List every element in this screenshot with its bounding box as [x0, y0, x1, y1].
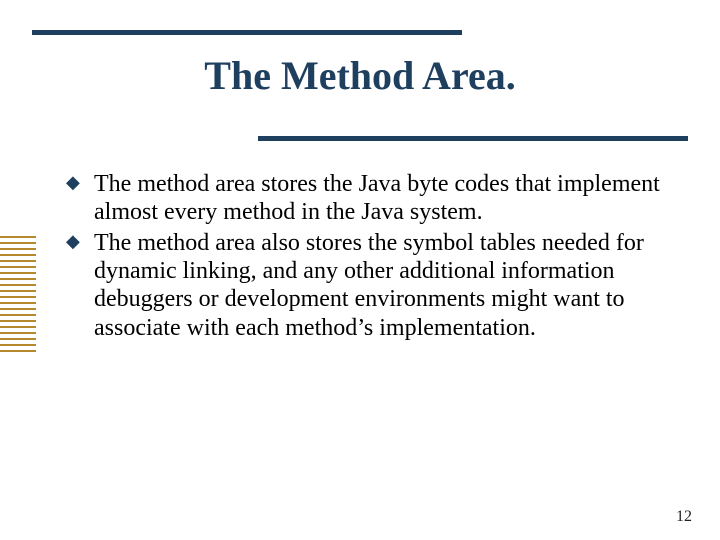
- list-item: ◆ The method area stores the Java byte c…: [66, 170, 660, 227]
- page-number: 12: [676, 508, 692, 526]
- bullet-icon: ◆: [66, 231, 80, 252]
- bullet-text: The method area also stores the symbol t…: [94, 230, 644, 341]
- body-text: ◆ The method area stores the Java byte c…: [66, 170, 660, 344]
- bullet-text: The method area stores the Java byte cod…: [94, 171, 660, 225]
- top-rule: [32, 30, 462, 35]
- list-item: ◆ The method area also stores the symbol…: [66, 229, 660, 342]
- slide: The Method Area. ◆ The method area store…: [0, 0, 720, 540]
- title-underline: [258, 136, 688, 141]
- slide-title: The Method Area.: [0, 52, 720, 99]
- bullet-icon: ◆: [66, 172, 80, 193]
- side-stripes: [0, 236, 36, 352]
